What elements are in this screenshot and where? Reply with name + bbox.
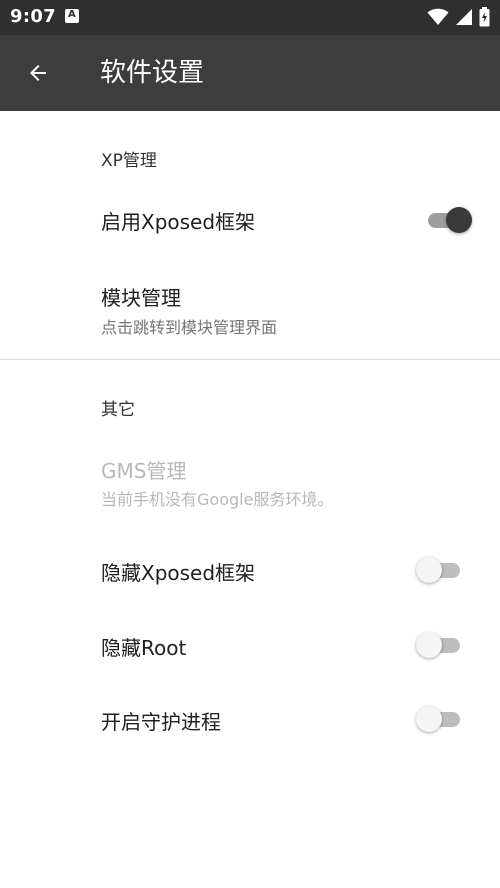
switch-thumb bbox=[416, 557, 442, 583]
switch-thumb bbox=[416, 632, 442, 658]
a-notification-icon bbox=[65, 9, 79, 23]
pref-enable-xposed-title: 启用Xposed框架 bbox=[101, 210, 256, 234]
pref-gms-title: GMS管理 bbox=[101, 459, 187, 483]
hide-xposed-switch[interactable] bbox=[416, 556, 464, 584]
switch-thumb bbox=[416, 706, 442, 732]
signal-icon bbox=[456, 9, 472, 25]
app-bar: 软件设置 bbox=[0, 35, 500, 111]
pref-hide-xposed-title: 隐藏Xposed框架 bbox=[101, 561, 256, 585]
section-header-xp: XP管理 bbox=[101, 151, 157, 171]
page-title: 软件设置 bbox=[100, 58, 205, 88]
pref-module-manage-title: 模块管理 bbox=[101, 286, 181, 310]
arrow-back-icon bbox=[30, 65, 46, 81]
back-button[interactable] bbox=[20, 55, 56, 91]
hide-root-switch[interactable] bbox=[416, 631, 464, 659]
section-header-other: 其它 bbox=[101, 400, 135, 420]
pref-guard-process-title: 开启守护进程 bbox=[101, 710, 221, 734]
pref-gms-subtitle: 当前手机没有Google服务环境。 bbox=[101, 490, 334, 509]
battery-icon bbox=[479, 7, 490, 27]
enable-xposed-switch[interactable] bbox=[424, 206, 472, 234]
pref-module-manage-subtitle: 点击跳转到模块管理界面 bbox=[101, 318, 278, 337]
pref-hide-root-title: 隐藏Root bbox=[101, 636, 187, 660]
status-time: 9:07 bbox=[10, 6, 56, 27]
status-bar: 9:07 bbox=[0, 0, 500, 35]
guard-process-switch[interactable] bbox=[416, 705, 464, 733]
status-icons bbox=[427, 7, 490, 27]
wifi-icon bbox=[427, 8, 449, 25]
section-divider bbox=[0, 359, 500, 360]
switch-thumb bbox=[446, 207, 472, 233]
